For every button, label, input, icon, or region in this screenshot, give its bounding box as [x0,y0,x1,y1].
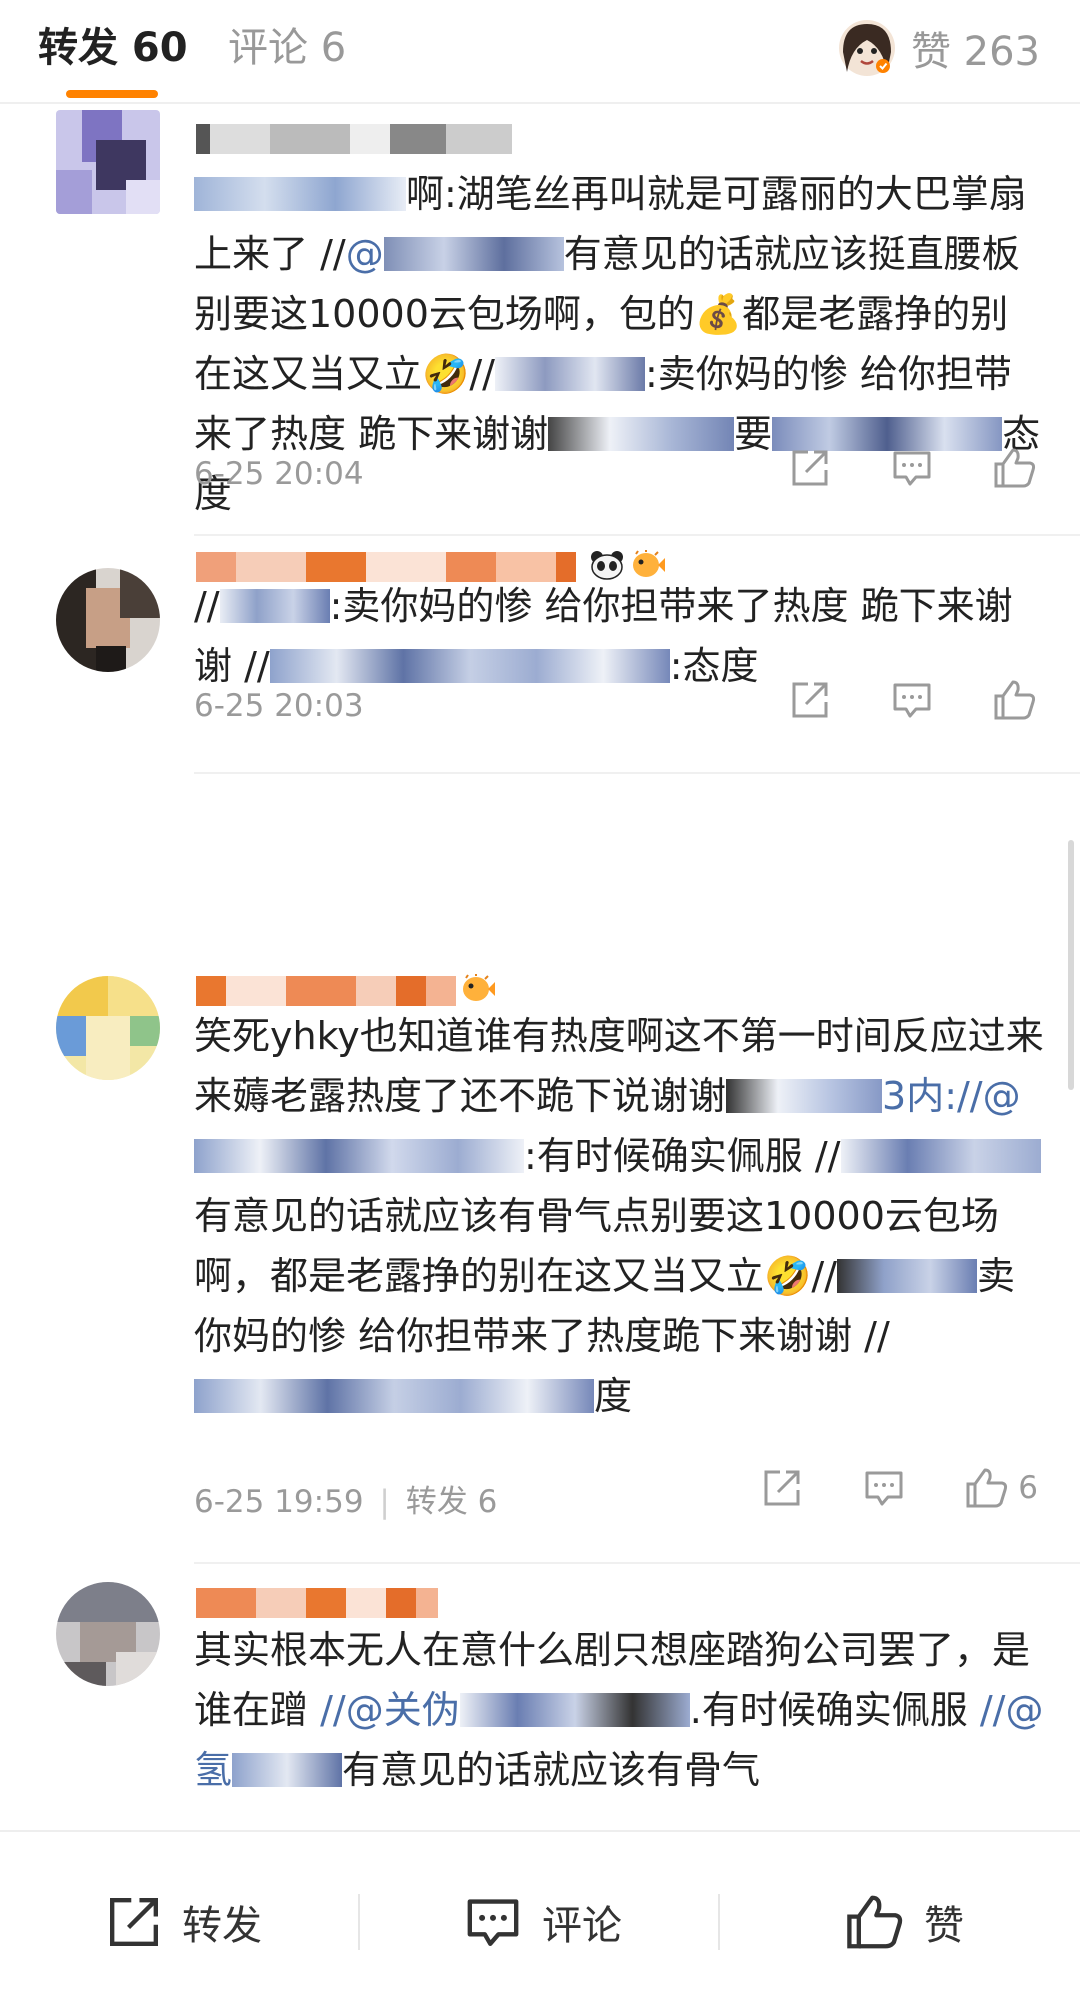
avatar[interactable] [56,976,160,1080]
comment-timestamp: 6-25 19:59 [194,1484,364,1520]
avatar[interactable] [56,1582,160,1686]
divider [194,1562,1080,1564]
reply-button[interactable] [890,446,934,490]
comment-timestamp: 6-25 20:04 [194,456,364,492]
divider [358,1894,360,1950]
bottom-comment-button[interactable]: 评论 [462,1890,622,1954]
mention-link[interactable]: @ [346,232,384,276]
avatar[interactable] [56,568,160,672]
comment-actions [788,678,1038,722]
bottom-repost-label: 转发 [182,1903,262,1949]
bottom-like-label: 赞 [924,1903,964,1949]
thumbs-up-icon [994,680,1036,720]
bottom-like-button[interactable]: 赞 [844,1890,964,1954]
avatar[interactable] [56,110,160,214]
like-button[interactable] [992,446,1038,490]
bottom-repost-button[interactable]: 转发 [104,1890,262,1954]
share-icon [792,682,828,718]
likes-count: 赞 263 [910,29,1040,75]
username-masked[interactable] [196,124,512,164]
comment-icon [893,683,931,718]
repost-button[interactable] [788,446,832,490]
likes-summary[interactable]: 赞 263 [837,16,1040,80]
comment-icon [467,1899,519,1946]
tab-comments[interactable]: 评论 6 [228,22,346,74]
scrollbar-thumb[interactable] [1068,840,1074,1090]
divider [194,772,1080,774]
thumbs-up-icon [847,1895,903,1949]
rofl-emoji-icon: 🤣 [764,1254,812,1298]
pufferfish-emoji-icon [460,973,496,1008]
comment-body: 其实根本无人在意什么剧只想座踏狗公司罢了，是谁在蹭 //@关伪 .有时候确实佩服 … [194,1628,1044,1792]
tab-active-indicator [66,90,158,98]
comment-actions [788,446,1038,490]
divider [718,1894,720,1950]
bottom-action-bar: 转发 评论 赞 [0,1830,1080,2010]
thumbs-up-icon [966,1468,1008,1508]
share-icon [792,450,828,486]
thumbs-up-icon [994,448,1036,488]
rofl-emoji-icon: 🤣 [422,352,470,396]
reply-button[interactable] [890,678,934,722]
comment-icon [865,1471,903,1506]
repost-button[interactable] [788,678,832,722]
bottom-comment-label: 评论 [542,1903,622,1949]
share-icon [110,1898,158,1946]
like-count: 6 [1018,1470,1038,1506]
share-icon [764,1470,800,1506]
mention-link[interactable]: //@关伪 [320,1688,460,1732]
like-button[interactable] [992,678,1038,722]
liker-avatar-icon [837,18,897,78]
tab-reposts[interactable]: 转发 60 [38,22,188,74]
comment-timestamp: 6-25 20:03 [194,688,364,724]
moneybag-emoji-icon: 💰 [694,292,743,336]
comment-actions: 6 [760,1466,1038,1510]
comment-meta: 6-25 19:59 | 转发 6 [194,1476,497,1521]
divider [194,534,1080,536]
repost-button[interactable] [760,1466,804,1510]
meta-separator: | [379,1484,390,1520]
repost-count[interactable]: 转发 6 [406,1484,498,1520]
comment-body: 笑死yhky也知道谁有热度啊这不第一时间反应过来来薅老露热度了还不跪下说谢谢 3内… [194,1014,1044,1418]
comment-icon [893,451,931,486]
tab-bar: 转发 60 评论 6 赞 263 [0,0,1080,104]
mention-link[interactable]: //@ [957,1074,1021,1118]
reply-button[interactable] [862,1466,906,1510]
like-button[interactable]: 6 [964,1466,1038,1510]
